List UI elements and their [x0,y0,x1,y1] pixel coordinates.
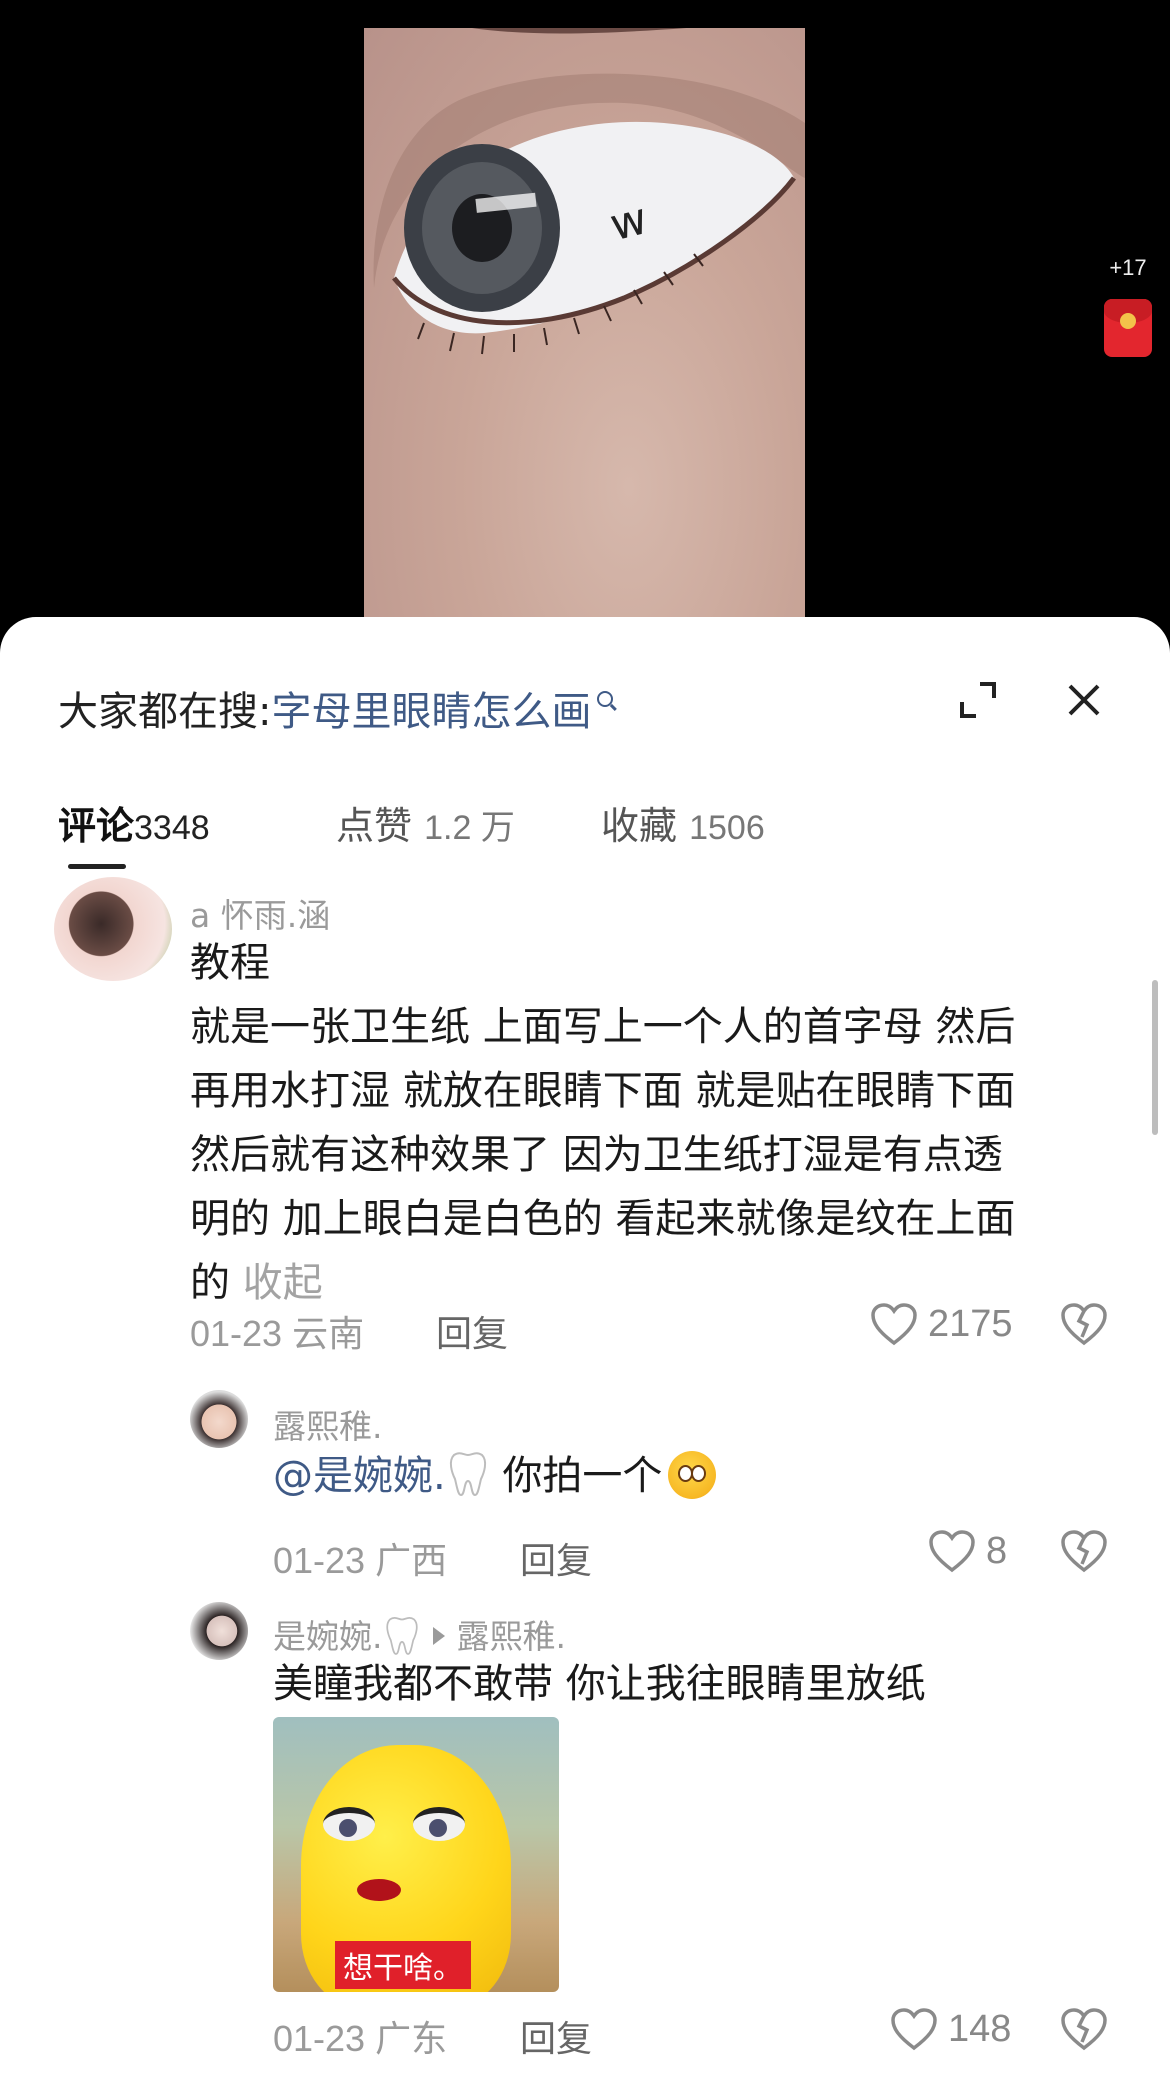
like-button[interactable]: 8 [928,1528,1028,1576]
search-suggestion[interactable]: 大家都在搜:字母里眼睛怎么画 [58,679,614,737]
avatar[interactable] [190,1390,248,1448]
reply-button[interactable]: 回复 [520,2010,592,2062]
tooth-icon [449,1452,486,1497]
dislike-heart-icon[interactable] [1060,2006,1108,2054]
tab-label: 点赞 [336,804,413,848]
comment-body: @是婉婉. 你拍一个 [273,1444,717,1508]
comment-sheet: 大家都在搜:字母里眼睛怎么画 评论3348 点赞 1.2 万 收藏 1506 a… [0,617,1170,2086]
comment-line: 然后就有这种效果了 因为卫生纸打湿是有点透 [190,1132,1003,1178]
sticker-eye [413,1807,465,1841]
video-frame[interactable]: w [364,28,805,640]
comment-line: 的 [190,1260,230,1306]
like-button[interactable]: 148 [890,2006,1030,2054]
tooth-icon [385,1617,418,1655]
reply-to-user[interactable]: 露熙稚. [457,1617,567,1656]
scrollbar[interactable] [1152,980,1158,1135]
comment-text: 你拍一个 [502,1453,663,1499]
heart-icon [891,2008,937,2051]
collapse-link[interactable]: 收起 [243,1260,323,1306]
comment-line: 明的 加上眼白是白色的 看起来就像是纹在上面 [190,1196,1016,1242]
reply-button[interactable]: 回复 [520,1532,592,1584]
tab-count: 1.2 万 [424,809,515,847]
dislike-heart-icon[interactable] [1060,1301,1108,1349]
tab-favorites[interactable]: 收藏 1506 [601,795,765,850]
tab-label: 收藏 [601,804,678,848]
side-badge[interactable]: +17 [1098,255,1158,357]
search-icon[interactable] [597,691,614,707]
reply-arrow-icon [432,1627,445,1645]
badge-count: +17 [1109,255,1147,280]
video-player[interactable]: w +17 [0,0,1170,640]
heart-icon [871,1303,917,1346]
red-envelope-icon[interactable] [1104,299,1152,357]
sticker-lips [357,1879,401,1901]
eye-image: w [373,28,805,355]
active-tab-indicator [68,864,126,869]
comment-author[interactable]: a 怀雨.涵 [190,889,330,937]
avatar[interactable] [54,877,172,981]
tab-label: 评论 [58,804,135,848]
tab-likes[interactable]: 点赞 1.2 万 [336,795,515,850]
search-suggestion-prefix: 大家都在搜: [58,689,272,735]
dislike-heart-icon[interactable] [1060,1528,1108,1576]
comment-body: 教程 就是一张卫生纸 上面写上一个人的首字母 然后 再用水打湿 就放在眼睛下面 … [190,931,1015,1315]
like-count: 2175 [928,1303,1013,1345]
comment-line: 教程 [190,940,270,986]
sticker-image[interactable]: 想干啥。 [273,1717,559,1992]
comment-author-row: 是婉婉. 露熙稚. [273,1610,566,1658]
sticker-caption: 想干啥。 [335,1941,471,1989]
comment-author[interactable]: 露熙稚. [273,1400,383,1448]
close-icon[interactable] [1064,680,1104,720]
comment-line: 再用水打湿 就放在眼睛下面 就是贴在眼睛下面 [190,1068,1016,1114]
like-count: 148 [948,2008,1012,2050]
flushed-face-emoji-icon [668,1451,717,1499]
reply-button[interactable]: 回复 [436,1305,508,1357]
mention-link[interactable]: @是婉婉. [273,1453,446,1499]
comment-line: 就是一张卫生纸 上面写上一个人的首字母 然后 [190,1004,1016,1050]
expand-icon[interactable] [958,680,998,720]
comment-date-location: 01-23 云南 [190,1313,365,1354]
tab-count: 1506 [689,809,765,847]
sticker-eye [323,1807,375,1841]
comment-date-location: 01-23 广东 [273,2018,448,2059]
like-button[interactable]: 2175 [870,1301,1013,1349]
tab-comments[interactable]: 评论3348 [58,795,210,850]
tab-count: 3348 [134,809,210,847]
like-count: 8 [986,1530,1008,1572]
search-suggestion-query[interactable]: 字母里眼睛怎么画 [271,689,591,735]
comment-author[interactable]: 是婉婉. [273,1617,383,1656]
comment-date-location: 01-23 广西 [273,1540,448,1581]
comment-text: 美瞳我都不敢带 你让我往眼睛里放纸 [273,1661,926,1707]
heart-icon [929,1530,975,1573]
avatar[interactable] [190,1602,248,1660]
